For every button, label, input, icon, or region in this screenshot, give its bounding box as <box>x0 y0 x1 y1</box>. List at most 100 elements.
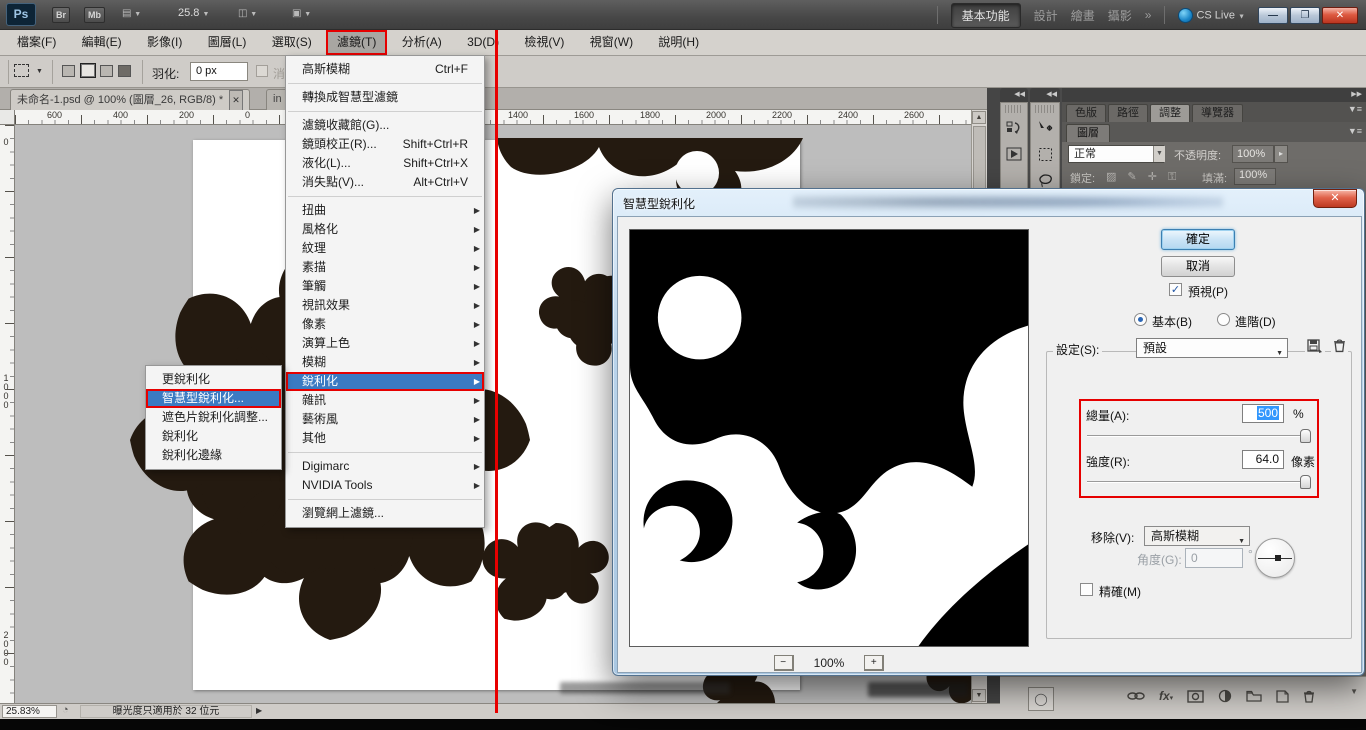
antialias-checkbox[interactable] <box>256 65 268 77</box>
add-mask-icon[interactable] <box>1187 689 1204 703</box>
horizontal-ruler[interactable]: 6004002000200 12001400160018002000220024… <box>15 110 971 125</box>
menu-bar-item[interactable]: 視窗(W) <box>579 30 644 55</box>
adjustment-layer-icon[interactable] <box>1218 689 1232 703</box>
filter-menu-item[interactable]: 模糊 ▶ <box>286 353 484 372</box>
filter-menu-item[interactable]: 筆觸 ▶ <box>286 277 484 296</box>
filter-menu-item[interactable]: 紋理 ▶ <box>286 239 484 258</box>
panel-menu-icon[interactable]: ▼≡ <box>1348 104 1362 114</box>
filter-menu-item[interactable]: 瀏覽網上濾鏡... <box>286 504 484 523</box>
panel-menu-icon[interactable]: ▼≡ <box>1348 126 1362 136</box>
menu-bar-item[interactable]: 說明(H) <box>647 30 710 55</box>
angle-input[interactable]: 0 <box>1185 548 1243 568</box>
menu-bar-item[interactable]: 圖層(L) <box>197 30 258 55</box>
preview-checkbox[interactable]: ✓ <box>1169 283 1182 296</box>
lock-icons[interactable]: ▨ ✎ ✛ ⚿ <box>1106 170 1180 184</box>
scroll-down-icon[interactable]: ▼ <box>1350 687 1358 696</box>
menu-bar-item[interactable]: 檔案(F) <box>6 30 67 55</box>
filter-menu-item[interactable]: 高斯模糊 Ctrl+F <box>286 60 484 79</box>
delete-layer-icon[interactable] <box>1303 690 1315 703</box>
filter-menu-item[interactable]: 鏡頭校正(R)... Shift+Ctrl+R <box>286 135 484 154</box>
menu-bar-item[interactable]: 濾鏡(T) <box>326 30 388 55</box>
menu-bar-item[interactable]: 影像(I) <box>136 30 193 55</box>
close-document-icon[interactable]: ✕ <box>229 90 243 111</box>
dock-collapse-header[interactable]: ◀◀ <box>1030 88 1060 102</box>
workspace-button[interactable]: 基本功能 <box>950 2 1021 28</box>
fill-value[interactable]: 100% <box>1234 168 1276 185</box>
opacity-flyout-icon[interactable]: ▸ <box>1274 145 1288 163</box>
launch-minibridge-button[interactable]: Mb <box>84 7 105 23</box>
menu-bar-item[interactable]: 3D(D) <box>456 30 510 55</box>
filter-menu-item[interactable]: 視訊效果 ▶ <box>286 296 484 315</box>
sharpen-submenu-item[interactable]: 銳利化邊緣 <box>146 446 281 465</box>
panel-tab[interactable]: 色版 <box>1066 104 1106 122</box>
new-layer-icon[interactable] <box>1276 689 1289 703</box>
menu-bar-item[interactable]: 檢視(V) <box>513 30 575 55</box>
selection-subtract-icon[interactable] <box>100 65 113 77</box>
status-flyout-icon[interactable]: ▶ <box>256 706 262 715</box>
blend-mode-select[interactable]: 正常 ▼ <box>1068 145 1165 163</box>
link-layers-icon[interactable] <box>1127 691 1145 701</box>
sharpen-submenu-item[interactable]: 遮色片銳利化調整... <box>146 408 281 427</box>
zoom-out-button[interactable]: − <box>773 655 794 671</box>
filter-menu-item[interactable]: 扭曲 ▶ <box>286 201 484 220</box>
screen-mode-icon[interactable]: ▣ ▼ <box>292 8 311 19</box>
cancel-button[interactable]: 取消 <box>1161 256 1235 277</box>
ok-button[interactable]: 確定 <box>1161 229 1235 250</box>
sharpen-submenu-item[interactable]: 銳利化 <box>146 427 281 446</box>
marquee-tool-icon[interactable] <box>1031 141 1059 167</box>
settings-select[interactable]: 預設 ▼ <box>1136 338 1288 358</box>
dock-grip[interactable] <box>1035 105 1055 113</box>
workspace-button[interactable]: 設計 <box>1034 7 1058 24</box>
move-tool-icon[interactable] <box>1031 115 1059 141</box>
dock-collapse-header[interactable]: ◀◀ <box>1000 88 1028 102</box>
advanced-radio[interactable] <box>1217 313 1230 326</box>
filter-menu-item[interactable]: 雜訊 ▶ <box>286 391 484 410</box>
filter-menu-item[interactable]: 風格化 ▶ <box>286 220 484 239</box>
filter-menu-item[interactable]: 其他 ▶ <box>286 429 484 448</box>
filter-menu-item[interactable]: 演算上色 ▶ <box>286 334 484 353</box>
ruler-origin-corner[interactable] <box>0 110 15 125</box>
filter-menu-item[interactable]: NVIDIA Tools ▶ <box>286 476 484 495</box>
angle-dial[interactable] <box>1255 538 1295 578</box>
selection-new-icon[interactable] <box>62 65 75 77</box>
history-panel-icon[interactable] <box>1001 115 1027 141</box>
filter-menu-item[interactable]: 素描 ▶ <box>286 258 484 277</box>
dock-expand-header[interactable]: ▶▶ <box>1062 88 1366 102</box>
marquee-tool-preset-icon[interactable] <box>14 64 29 77</box>
filter-menu-item[interactable]: 藝術風 ▶ <box>286 410 484 429</box>
panel-tab[interactable]: 路徑 <box>1108 104 1148 122</box>
cs-live-button[interactable]: CS Live ▼ <box>1178 7 1245 23</box>
selection-add-icon[interactable] <box>80 63 96 78</box>
layer-style-icon[interactable]: fx▾ <box>1159 689 1173 703</box>
selection-intersect-icon[interactable] <box>118 65 131 77</box>
minimize-button[interactable]: — <box>1258 6 1288 24</box>
opacity-value[interactable]: 100% <box>1232 145 1274 163</box>
menu-bar-item[interactable]: 選取(S) <box>261 30 323 55</box>
new-group-icon[interactable] <box>1246 690 1262 702</box>
document-tab[interactable]: 未命名-1.psd @ 100% (圖層_26, RGB/8) * ✕ <box>10 89 250 111</box>
panel-tab[interactable]: 調整 <box>1150 104 1190 122</box>
restore-button[interactable]: ❐ <box>1290 6 1320 24</box>
filter-menu-item[interactable]: 像素 ▶ <box>286 315 484 334</box>
vertical-ruler[interactable]: 0 1000 2000 <box>0 125 15 703</box>
zoom-in-button[interactable]: + <box>864 655 885 671</box>
scroll-down-icon[interactable]: ▼ <box>972 689 986 702</box>
close-button[interactable]: ✕ <box>1322 6 1358 24</box>
sharpen-submenu-item[interactable]: 更銳利化 <box>146 370 281 389</box>
sharpen-preview[interactable] <box>629 229 1029 647</box>
more-accurate-checkbox[interactable] <box>1080 583 1093 596</box>
view-extras-icon[interactable]: ▤ ▼ <box>122 8 141 19</box>
actions-panel-icon[interactable] <box>1001 141 1027 167</box>
workspace-button[interactable]: 攝影 <box>1108 7 1132 24</box>
collapsed-mask-icon[interactable]: ◯ <box>1028 687 1054 711</box>
sharpen-submenu-item[interactable]: 智慧型銳利化... <box>146 389 281 408</box>
panel-tab[interactable]: 導覽器 <box>1192 104 1243 122</box>
filter-menu-item[interactable]: 轉換成智慧型濾鏡 <box>286 88 484 107</box>
menu-bar-item[interactable]: 編輯(E) <box>71 30 133 55</box>
zoom-level-control[interactable]: 25.8 ▼ <box>178 7 209 19</box>
tool-preset-caret-icon[interactable]: ▼ <box>36 68 43 75</box>
workspace-button[interactable]: 繪畫 <box>1071 7 1095 24</box>
more-workspaces-chevron[interactable]: » <box>1145 8 1152 22</box>
filter-menu-item[interactable]: 液化(L)... Shift+Ctrl+X <box>286 154 484 173</box>
menu-bar-item[interactable]: 分析(A) <box>391 30 453 55</box>
